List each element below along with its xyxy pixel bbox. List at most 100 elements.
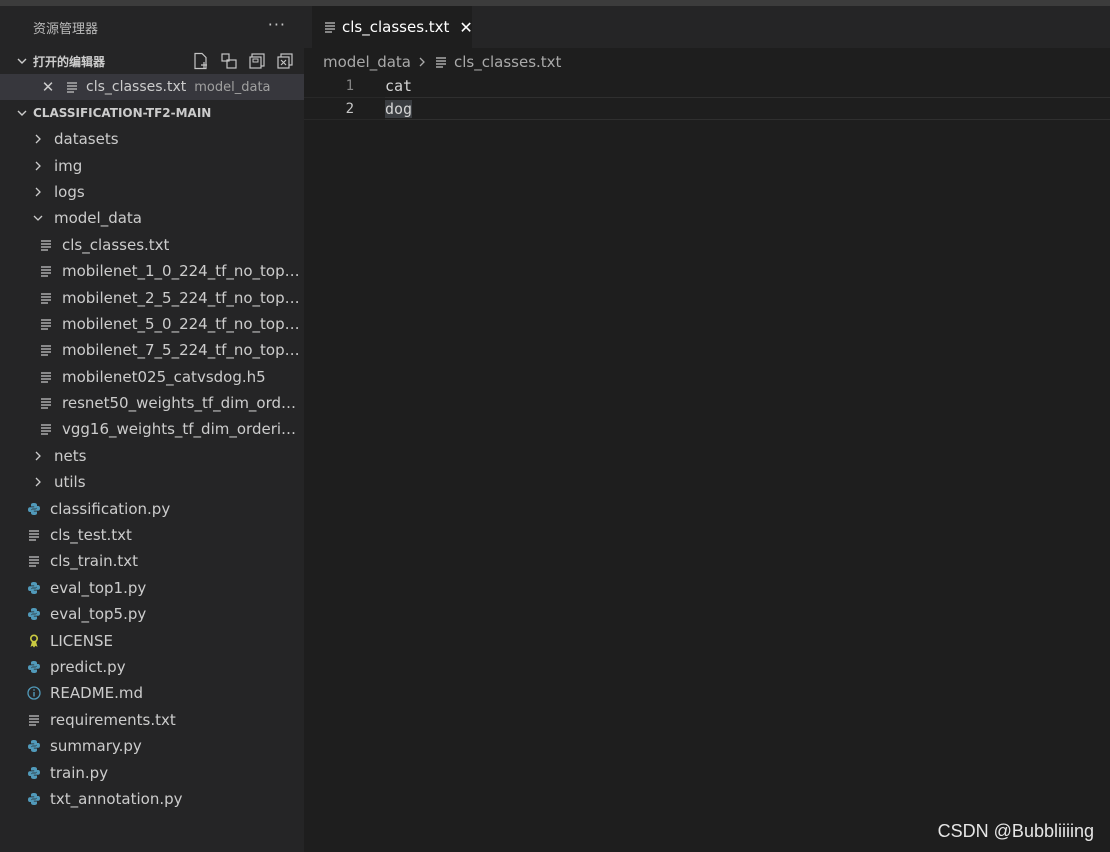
file-item[interactable]: mobilenet025_catvsdog.h5: [0, 364, 304, 390]
open-editor-name: cls_classes.txt: [86, 79, 187, 95]
open-editor-description: model_data: [194, 79, 271, 95]
project-title: CLASSIFICATION-TF2-MAIN: [33, 106, 212, 120]
folder-item[interactable]: datasets: [0, 126, 304, 152]
file-label: mobilenet025_catvsdog.h5: [62, 367, 266, 386]
save-all-icon[interactable]: [248, 52, 266, 70]
file-item[interactable]: resnet50_weights_tf_dim_orderin...: [0, 390, 304, 416]
file-label: summary.py: [50, 737, 142, 756]
text-file-icon: [435, 56, 447, 68]
breadcrumb-file[interactable]: cls_classes.txt: [454, 53, 561, 71]
new-untitled-file-icon[interactable]: [192, 52, 210, 70]
close-icon[interactable]: ✕: [459, 18, 472, 37]
file-label: resnet50_weights_tf_dim_orderin...: [62, 394, 304, 413]
file-item[interactable]: mobilenet_2_5_224_tf_no_top.h5: [0, 284, 304, 310]
line-number: 2: [345, 100, 354, 117]
text-file-icon: [39, 422, 53, 436]
open-editor-item[interactable]: ✕ cls_classes.txt model_data: [0, 74, 304, 100]
file-tree: datasets img logs model_data cls_classes.txt…: [0, 126, 304, 812]
line-number: 1: [345, 77, 354, 94]
folder-item[interactable]: nets: [0, 443, 304, 469]
file-label: cls_train.txt: [50, 552, 139, 571]
project-header[interactable]: CLASSIFICATION-TF2-MAIN: [0, 100, 304, 126]
open-editors-header[interactable]: 打开的编辑器: [0, 48, 304, 74]
file-label: txt_annotation.py: [50, 789, 183, 808]
text-file-icon: [39, 291, 53, 305]
folder-label: datasets: [54, 130, 119, 149]
file-item[interactable]: cls_test.txt: [0, 522, 304, 548]
file-label: cls_classes.txt: [62, 235, 170, 254]
file-item[interactable]: predict.py: [0, 654, 304, 680]
folder-item[interactable]: img: [0, 152, 304, 178]
file-item[interactable]: summary.py: [0, 733, 304, 759]
text-file-icon: [66, 81, 80, 93]
code-line[interactable]: 1 cat: [304, 74, 1110, 97]
file-item[interactable]: mobilenet_5_0_224_tf_no_top.h5: [0, 311, 304, 337]
file-label: mobilenet_1_0_224_tf_no_top.h5: [62, 262, 304, 281]
text-file-icon: [39, 343, 53, 357]
folder-item[interactable]: utils: [0, 469, 304, 495]
line-text[interactable]: dog: [385, 99, 413, 118]
file-label: classification.py: [50, 499, 171, 518]
file-item[interactable]: README.md: [0, 680, 304, 706]
file-label: vgg16_weights_tf_dim_ordering_t...: [62, 420, 304, 439]
file-item[interactable]: mobilenet_7_5_224_tf_no_top.h5: [0, 337, 304, 363]
python-icon: [27, 660, 41, 674]
file-label: LICENSE: [50, 631, 113, 650]
text-file-icon: [27, 528, 41, 542]
file-label: eval_top5.py: [50, 605, 147, 624]
chevron-down-icon: [31, 212, 45, 224]
folder-item[interactable]: logs: [0, 179, 304, 205]
file-item[interactable]: cls_train.txt: [0, 548, 304, 574]
folder-label: utils: [54, 473, 86, 492]
file-item[interactable]: vgg16_weights_tf_dim_ordering_t...: [0, 416, 304, 442]
text-file-icon: [27, 554, 41, 568]
file-label: mobilenet_5_0_224_tf_no_top.h5: [62, 314, 304, 333]
file-item[interactable]: LICENSE: [0, 627, 304, 653]
close-icon[interactable]: ✕: [40, 78, 56, 96]
file-item[interactable]: requirements.txt: [0, 707, 304, 733]
text-file-icon: [39, 238, 53, 252]
explorer-title-bar: 资源管理器 ···: [0, 6, 304, 48]
watermark: CSDN @Bubbliiiing: [937, 821, 1094, 841]
file-item[interactable]: eval_top1.py: [0, 575, 304, 601]
chevron-right-icon: [417, 56, 427, 68]
text-file-icon: [39, 370, 53, 384]
python-icon: [27, 766, 41, 780]
file-item[interactable]: txt_annotation.py: [0, 786, 304, 812]
folder-label: img: [54, 156, 83, 175]
text-file-icon: [27, 713, 41, 727]
folder-label: logs: [54, 182, 85, 201]
file-item[interactable]: classification.py: [0, 495, 304, 521]
line-text[interactable]: cat: [385, 77, 412, 95]
chevron-right-icon: [31, 160, 45, 172]
file-label: mobilenet_7_5_224_tf_no_top.h5: [62, 341, 304, 360]
file-item[interactable]: eval_top5.py: [0, 601, 304, 627]
explorer-sidebar: 资源管理器 ··· 打开的编辑器 ✕ cls_classes.txt model…: [0, 6, 304, 852]
chevron-down-icon: [14, 55, 30, 67]
file-label: eval_top1.py: [50, 578, 147, 597]
file-item[interactable]: train.py: [0, 759, 304, 785]
python-icon: [27, 502, 41, 516]
python-icon: [27, 792, 41, 806]
close-all-editors-icon[interactable]: [276, 52, 294, 70]
file-label: requirements.txt: [50, 710, 176, 729]
file-item[interactable]: mobilenet_1_0_224_tf_no_top.h5: [0, 258, 304, 284]
code-line-current[interactable]: 2 dog: [304, 97, 1110, 120]
more-actions-icon[interactable]: ···: [268, 15, 286, 34]
folder-item[interactable]: model_data: [0, 205, 304, 231]
chevron-right-icon: [31, 133, 45, 145]
breadcrumb: model_data cls_classes.txt: [323, 52, 561, 72]
tab-label: cls_classes.txt: [342, 18, 450, 36]
breadcrumb-folder[interactable]: model_data: [323, 53, 411, 71]
explorer-title: 资源管理器: [33, 21, 99, 37]
file-label: predict.py: [50, 658, 126, 676]
tab-cls-classes[interactable]: cls_classes.txt ✕: [312, 6, 473, 48]
chevron-right-icon: [31, 450, 45, 462]
chevron-right-icon: [31, 476, 45, 488]
editor-content[interactable]: 1 cat 2 dog: [304, 74, 1110, 120]
toggle-vertical-layout-icon[interactable]: [220, 52, 238, 70]
file-item[interactable]: cls_classes.txt: [0, 232, 304, 258]
text-file-icon: [324, 21, 336, 33]
python-icon: [27, 581, 41, 595]
license-icon: [27, 634, 41, 648]
